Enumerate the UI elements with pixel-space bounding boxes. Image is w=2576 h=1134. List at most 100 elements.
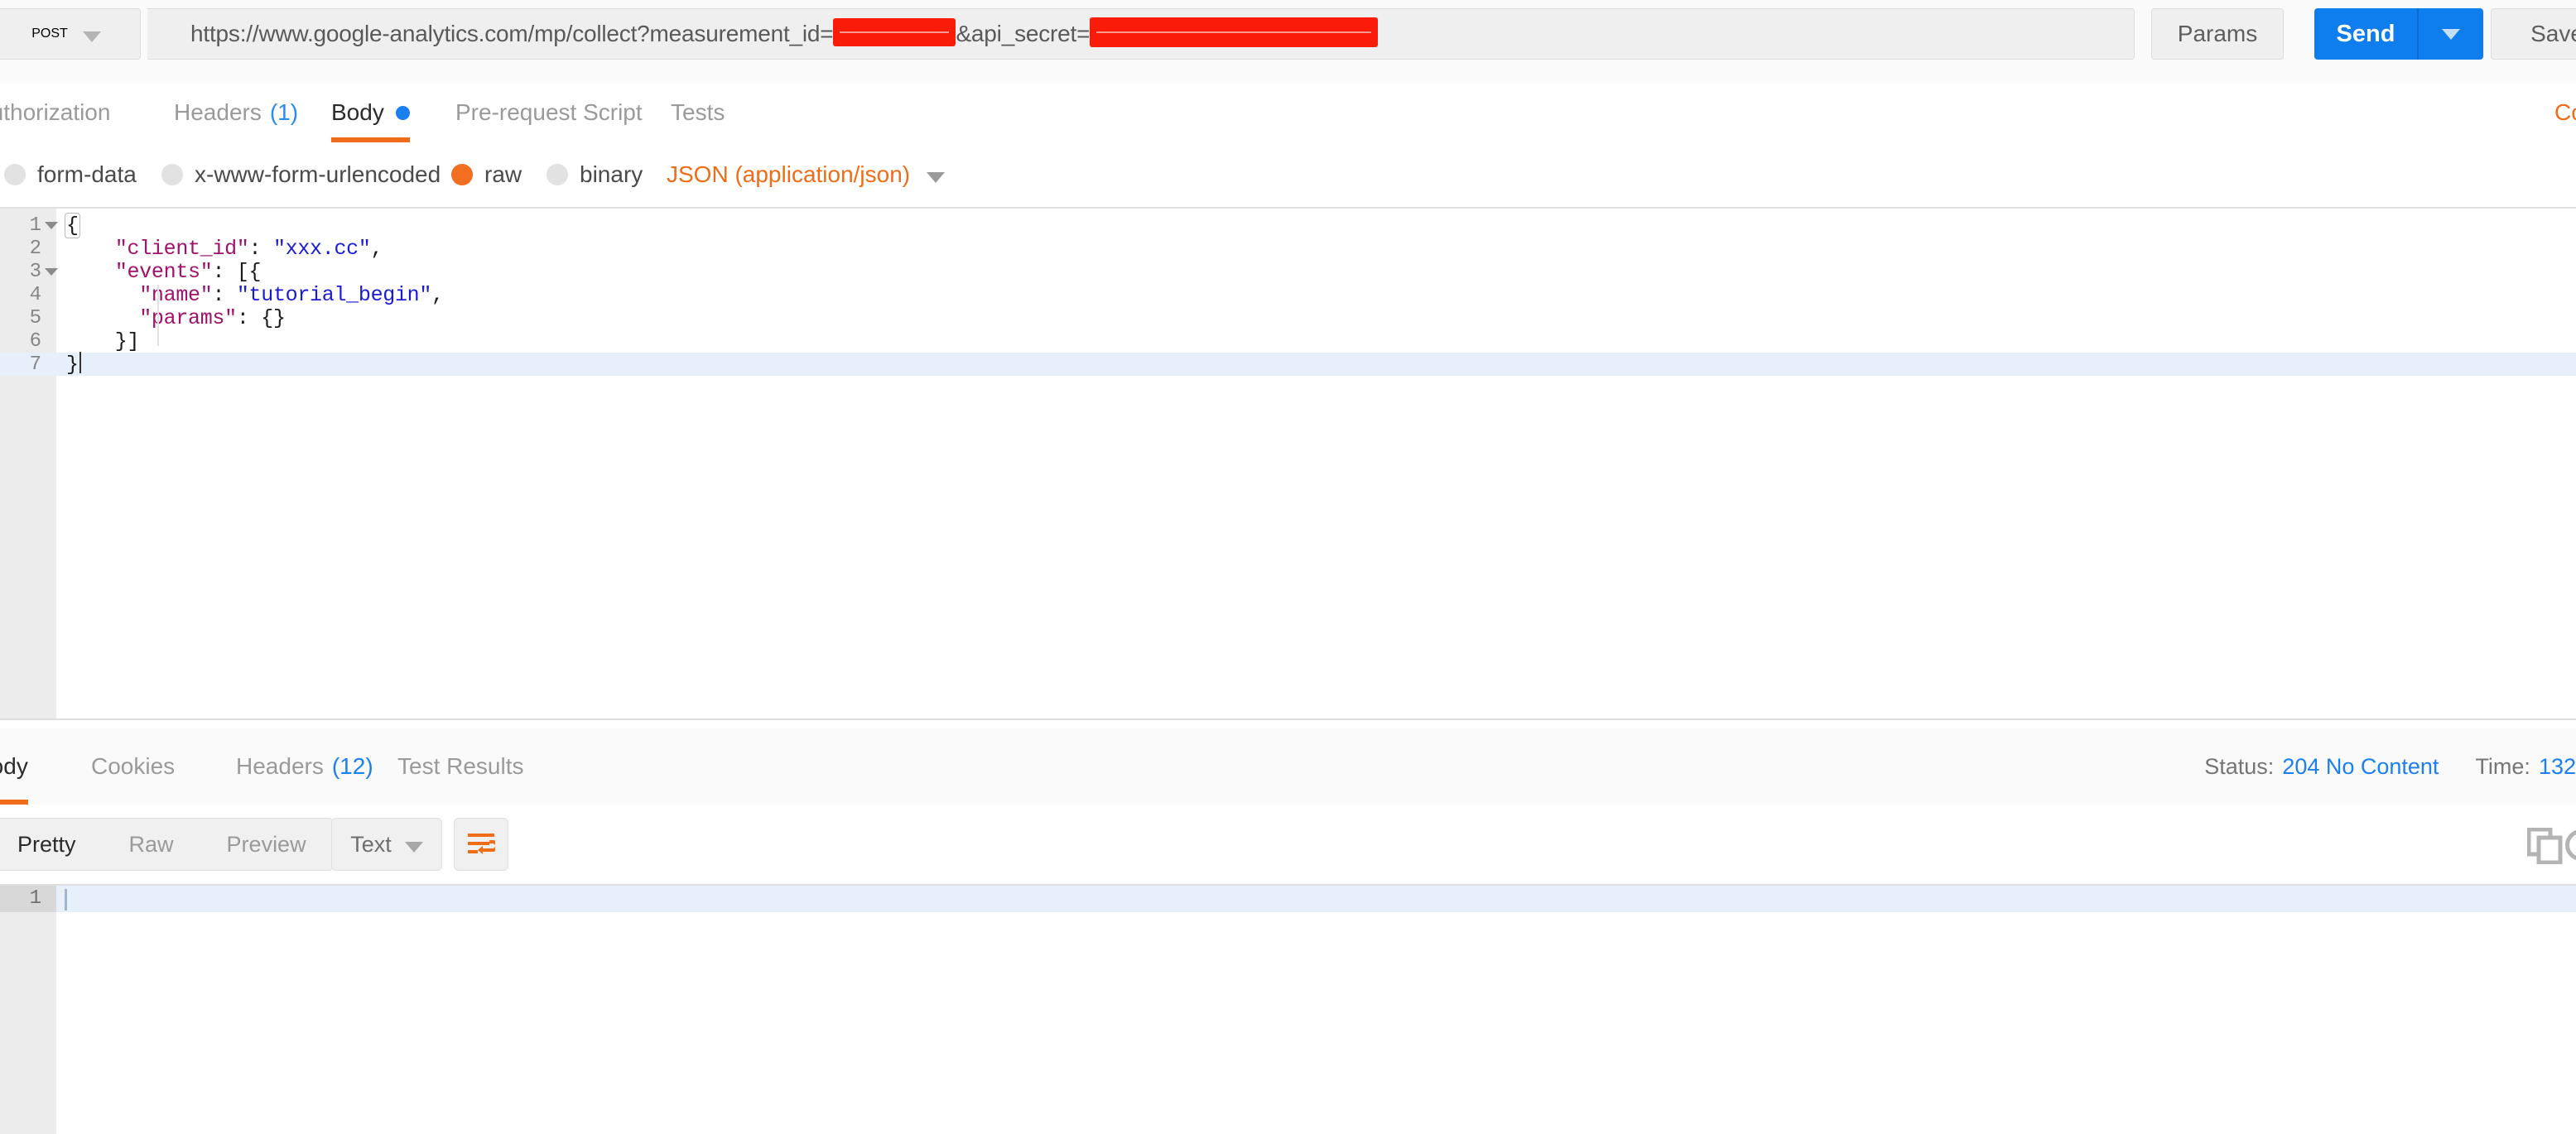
line-number: 2 bbox=[29, 237, 41, 260]
response-view-raw[interactable]: Raw bbox=[103, 819, 200, 870]
code-fold-toggle-icon[interactable] bbox=[45, 222, 58, 229]
time-value: 132 bbox=[2538, 753, 2576, 779]
tab-label: Body bbox=[0, 753, 28, 779]
url-bar: POST https://www.google-analytics.com/mp… bbox=[0, 0, 2576, 83]
tab-label: Tests bbox=[671, 99, 725, 125]
line-number: 5 bbox=[29, 306, 41, 329]
response-status-bar: Status: 204 No Content Time: 132 bbox=[2204, 728, 2576, 805]
tab-label: Headers bbox=[174, 99, 262, 125]
request-tab-authorization[interactable]: Authorization bbox=[0, 83, 110, 142]
body-type-form-data[interactable]: form-data bbox=[4, 161, 137, 188]
tab-count-badge: (12) bbox=[331, 753, 373, 779]
body-type-raw[interactable]: raw bbox=[451, 161, 522, 188]
save-response-icon[interactable] bbox=[2565, 829, 2576, 861]
redacted-measurement-id bbox=[833, 18, 956, 46]
word-wrap-button[interactable] bbox=[454, 818, 508, 871]
editor-line[interactable]: 5 "params": {} bbox=[0, 305, 2576, 330]
http-method-label: POST bbox=[31, 26, 68, 41]
request-tab-tests[interactable]: Tests bbox=[671, 83, 725, 142]
request-tab-bar: Code Authorization Headers (1) Body Pre-requ… bbox=[0, 83, 2576, 144]
line-number: 3 bbox=[29, 260, 41, 283]
response-view-preview[interactable]: Preview bbox=[200, 819, 333, 870]
editor-line[interactable]: 2 "client_id": "xxx.cc", bbox=[0, 236, 2576, 261]
body-type-label: form-data bbox=[37, 161, 137, 187]
response-tab-test-results[interactable]: Test Results bbox=[397, 728, 524, 805]
body-type-binary[interactable]: binary bbox=[546, 161, 643, 188]
radio-button-icon[interactable] bbox=[161, 164, 183, 185]
request-body-editor[interactable]: 1{2 "client_id": "xxx.cc", 3 "events": [{… bbox=[0, 207, 2576, 720]
code-text: }] bbox=[66, 329, 140, 353]
body-type-label: x-www-form-urlencoded bbox=[195, 161, 441, 187]
code-text: } bbox=[66, 351, 81, 377]
response-tab-body[interactable]: Body bbox=[0, 728, 28, 805]
response-view-pretty[interactable]: Pretty bbox=[0, 819, 103, 870]
code-text: "name": "tutorial_begin", bbox=[139, 282, 444, 307]
body-type-row: form-data x-www-form-urlencoded raw binary J… bbox=[0, 142, 2576, 207]
tab-label: Headers bbox=[236, 753, 324, 779]
line-number: 4 bbox=[29, 283, 41, 306]
tab-label: Pre-request Script bbox=[455, 99, 643, 125]
editor-code-area[interactable]: 1{2 "client_id": "xxx.cc", 3 "events": [{… bbox=[0, 209, 2576, 720]
line-number: 7 bbox=[29, 353, 41, 376]
editor-line[interactable]: 3 "events": [{ bbox=[0, 259, 2576, 284]
content-type-selector[interactable]: JSON (application/json) bbox=[667, 161, 946, 188]
status-label: Status: bbox=[2204, 753, 2275, 779]
response-format-selector[interactable]: Text bbox=[331, 818, 442, 871]
code-text: "client_id": "xxx.cc", bbox=[114, 236, 383, 261]
response-tab-headers[interactable]: Headers (12) bbox=[236, 728, 373, 805]
content-type-label: JSON (application/json) bbox=[667, 161, 911, 187]
send-options-button[interactable] bbox=[2417, 8, 2483, 60]
response-gutter bbox=[0, 886, 56, 1134]
send-button[interactable]: Send bbox=[2314, 8, 2417, 60]
editor-line[interactable]: 7} bbox=[0, 351, 2576, 377]
redacted-api-secret bbox=[1090, 17, 1379, 47]
request-tab-body[interactable]: Body bbox=[331, 83, 410, 142]
code-text: "events": [{ bbox=[114, 259, 262, 284]
response-body-viewer[interactable]: 1 bbox=[0, 884, 2576, 1134]
response-text-caret bbox=[65, 889, 67, 911]
editor-line[interactable]: 4 "name": "tutorial_begin", bbox=[0, 282, 2576, 307]
copy-response-button[interactable] bbox=[2526, 827, 2564, 868]
url-text-prefix: https://www.google-analytics.com/mp/coll… bbox=[190, 21, 834, 46]
response-tab-bar: Test Results Headers (12) Cookies Body Statu… bbox=[0, 728, 2576, 806]
tab-label: Test Results bbox=[397, 753, 524, 779]
radio-button-icon[interactable] bbox=[4, 164, 26, 185]
code-text: { bbox=[65, 212, 80, 238]
indent-guide bbox=[157, 285, 159, 346]
url-text-middle: &api_secret= bbox=[956, 21, 1091, 46]
body-type-label: raw bbox=[484, 161, 522, 187]
request-tab-headers[interactable]: Headers (1) bbox=[174, 83, 298, 142]
save-button[interactable]: Save bbox=[2491, 8, 2576, 60]
tab-label: Authorization bbox=[0, 99, 111, 125]
chevron-down-icon bbox=[82, 31, 101, 42]
tab-count-badge: (1) bbox=[269, 99, 299, 125]
tab-label: Cookies bbox=[91, 753, 176, 779]
tab-label: Body bbox=[331, 99, 384, 125]
code-link[interactable]: Code bbox=[2554, 99, 2576, 126]
editor-line[interactable]: 1{ bbox=[0, 212, 2576, 238]
line-number: 1 bbox=[29, 214, 41, 237]
radio-button-icon[interactable] bbox=[546, 164, 568, 185]
status-value: 204 No Content bbox=[2282, 753, 2439, 779]
response-active-line bbox=[56, 886, 2576, 912]
radio-button-icon[interactable] bbox=[451, 164, 473, 185]
chevron-down-icon bbox=[2442, 28, 2460, 40]
editor-line[interactable]: 6 }] bbox=[0, 329, 2576, 353]
http-method-selector[interactable]: POST bbox=[0, 8, 141, 60]
body-type-x-www-form-urlencoded[interactable]: x-www-form-urlencoded bbox=[161, 161, 441, 188]
postman-request-window: POST https://www.google-analytics.com/mp… bbox=[0, 0, 2576, 1134]
response-tab-cookies[interactable]: Cookies bbox=[91, 728, 175, 805]
request-tab-pre-request-script[interactable]: Pre-request Script bbox=[455, 83, 643, 142]
body-modified-indicator-icon bbox=[395, 105, 410, 120]
body-type-label: binary bbox=[580, 161, 643, 187]
response-view-mode-group: Pretty Raw Preview bbox=[0, 818, 334, 871]
copy-icon bbox=[2526, 827, 2563, 865]
params-button[interactable]: Params bbox=[2151, 8, 2284, 60]
url-input[interactable]: https://www.google-analytics.com/mp/coll… bbox=[147, 8, 2135, 60]
chevron-down-icon bbox=[404, 841, 423, 853]
response-format-label: Text bbox=[350, 831, 392, 857]
code-fold-toggle-icon[interactable] bbox=[45, 268, 58, 276]
code-text: "params": {} bbox=[139, 305, 286, 330]
time-label: Time: bbox=[2475, 753, 2530, 779]
send-button-group: Send bbox=[2314, 8, 2483, 60]
